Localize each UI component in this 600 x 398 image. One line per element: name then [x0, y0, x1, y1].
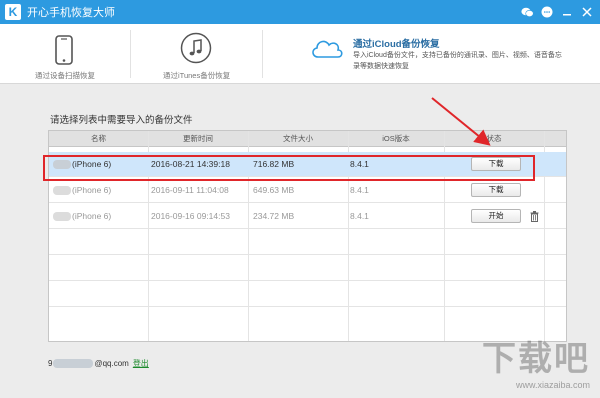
- app-logo-icon: K: [5, 4, 21, 20]
- table-row-empty: [49, 256, 566, 281]
- account-bar: 9 @qq.com 登出: [48, 358, 149, 369]
- redacted-mask: [53, 212, 71, 222]
- mode-label-device: 通过设备扫描恢复: [35, 71, 95, 80]
- app-title: 开心手机恢复大师: [27, 7, 115, 19]
- row-name-text: iPhone 6): [74, 211, 112, 221]
- close-icon[interactable]: [580, 5, 594, 19]
- download-button[interactable]: 下载: [471, 183, 521, 197]
- column-header-ios: iOS版本: [382, 134, 410, 143]
- watermark-logo: 下载吧: [482, 339, 590, 379]
- column-header-status: 状态: [486, 134, 502, 143]
- trash-icon[interactable]: [530, 211, 539, 222]
- redacted-mask: [53, 186, 71, 196]
- table-row[interactable]: (iPhone 6) 2016-09-11 11:04:08 649.63 MB…: [49, 178, 566, 203]
- phone-icon: [55, 35, 73, 65]
- column-header-size: 文件大小: [283, 134, 313, 143]
- column-header-name: 名称: [91, 134, 106, 143]
- mode-device-scan[interactable]: 通过设备扫描恢复: [0, 24, 130, 84]
- table-row[interactable]: (iPhone 6) 2016-09-16 09:14:53 234.72 MB…: [49, 204, 566, 229]
- cloud-icon: [312, 40, 343, 58]
- minimize-icon[interactable]: [560, 5, 574, 19]
- mode-desc-icloud: 导入iCloud备份文件，支持已备份的通讯录、图片、视频、语音备忘录等数据快速恢…: [353, 52, 562, 70]
- column-header-time: 更新时间: [183, 134, 213, 143]
- mode-itunes[interactable]: 通过iTunes备份恢复: [131, 24, 261, 84]
- mode-header: 通过设备扫描恢复 通过iTunes备份恢复 通过iCloud备份恢复 导入iCl…: [0, 24, 600, 84]
- row-size: 649.63 MB: [253, 185, 295, 195]
- row-time: 2016-09-11 11:04:08: [151, 185, 229, 195]
- watermark: 下载吧 www.xiazaiba.com: [482, 331, 590, 390]
- account-suffix: @qq.com: [94, 359, 129, 368]
- row-ios: 8.4.1: [350, 185, 369, 195]
- mode-icloud[interactable]: 通过iCloud备份恢复 导入iCloud备份文件，支持已备份的通讯录、图片、视…: [263, 24, 600, 84]
- title-bar: K 开心手机恢复大师: [0, 0, 600, 24]
- backup-panel: 请选择列表中需要导入的备份文件 名称 更新时间 文件大小 iOS版本 状态 (i…: [36, 110, 567, 342]
- mode-label-itunes: 通过iTunes备份恢复: [163, 71, 231, 80]
- row-name: (iPhone 6): [53, 204, 111, 229]
- music-note-icon: [180, 32, 212, 64]
- start-button[interactable]: 开始: [471, 209, 521, 223]
- logout-link[interactable]: 登出: [133, 358, 149, 369]
- table-row-empty: [49, 230, 566, 255]
- row-name: (iPhone 6): [53, 178, 111, 203]
- mode-title-icloud: 通过iCloud备份恢复: [353, 39, 440, 50]
- panel-title: 请选择列表中需要导入的备份文件: [50, 115, 193, 126]
- wechat-icon[interactable]: [520, 5, 534, 19]
- account-prefix: 9: [48, 359, 53, 368]
- table-row-empty: [49, 308, 566, 333]
- row-time: 2016-09-16 09:14:53: [151, 211, 230, 221]
- highlight-box: [43, 155, 535, 181]
- chat-bubble-icon[interactable]: [540, 5, 554, 19]
- watermark-url: www.xiazaiba.com: [515, 380, 590, 390]
- table-row-empty: [49, 282, 566, 307]
- row-size: 234.72 MB: [253, 211, 295, 221]
- row-ios: 8.4.1: [350, 211, 369, 221]
- redacted-mask: [53, 359, 94, 368]
- row-name-text: iPhone 6): [74, 185, 112, 195]
- table-header: 名称 更新时间 文件大小 iOS版本 状态: [49, 131, 566, 147]
